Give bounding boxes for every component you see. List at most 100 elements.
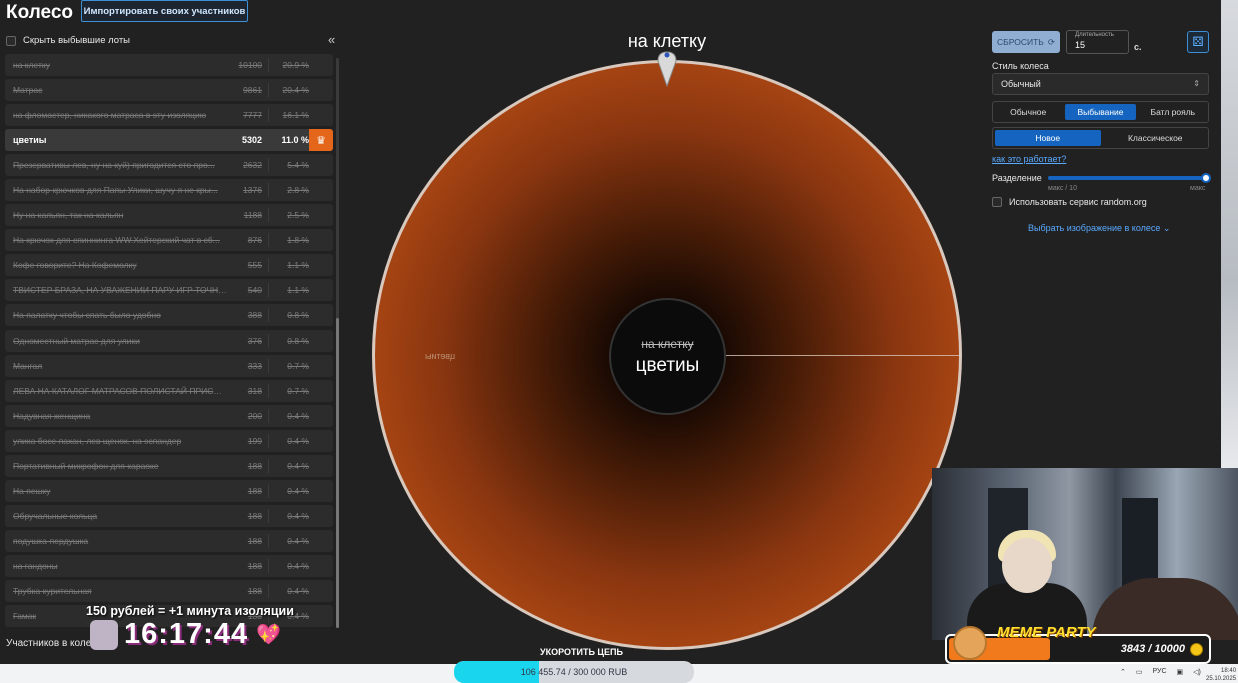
list-item[interactable]: Обручальные кольца 188 0.4 % — [5, 504, 333, 527]
randomorg-toggle[interactable]: Использовать сервис random.org — [992, 197, 1147, 207]
list-item[interactable]: цветиы 5302 11.0 % ♛ — [5, 129, 333, 152]
system-tray: ⌃ ▭ РУС ▣ ◁) — [1120, 668, 1201, 676]
list-item[interactable]: Ну на кальян, так на кальян 1188 2.5 % — [5, 204, 333, 227]
lot-percent: 16.1 % — [282, 110, 309, 121]
split-max-label: макс — [1190, 185, 1206, 192]
wheel-sector-label: цветиы — [425, 351, 456, 361]
lot-name: Кофе говорите? На Кофемолку — [13, 260, 137, 271]
hide-eliminated-toggle[interactable]: Скрыть выбывшие лоты — [6, 35, 130, 46]
goal-progress-text: 106 455.74 / 300 000 RUB — [520, 667, 628, 677]
dice-icon[interactable]: ⚄ — [1187, 31, 1209, 53]
list-item[interactable]: Мангал 333 0.7 % — [5, 354, 333, 377]
reset-button[interactable]: СБРОСИТЬ ⟳ — [992, 31, 1060, 53]
lot-name: улика босс-пахан, лев щенок. на эспандер — [13, 435, 182, 446]
lot-percent: 0.8 % — [287, 335, 309, 346]
lot-amount: 7777 — [243, 110, 262, 121]
list-item[interactable]: ЛЕВА НА КАТАЛОГ МАТРАСОВ ПОЛИСТАЙ ПРИСМ.… — [5, 379, 333, 402]
list-item[interactable]: На палатку чтобы спать было удобно 388 0.8… — [5, 304, 333, 327]
wheel-center[interactable]: на клетку цветиы — [609, 298, 726, 415]
mode-elimination[interactable]: Выбывание — [1065, 104, 1136, 120]
list-item[interactable]: На пешку 188 0.4 % — [5, 479, 333, 502]
taskbar-clock[interactable]: 18:40 25.10.2025 — [1206, 667, 1236, 683]
lot-percent: 20.9 % — [282, 60, 309, 70]
background-window-edge — [1221, 0, 1238, 468]
lot-amount: 388 — [247, 310, 262, 321]
collapse-sidebar-icon[interactable]: « — [328, 32, 335, 47]
lot-percent: 1.1 % — [287, 285, 309, 296]
list-item[interactable]: Одноместный матрас для улики 376 0.8 % — [5, 329, 333, 352]
lot-name: Матрас — [13, 85, 43, 96]
list-item[interactable]: Кофе говорите? На Кофемолку 555 1.1 % — [5, 254, 333, 277]
wheel-style-label: Стиль колеса — [992, 61, 1049, 71]
wheel-style-select[interactable]: Обычный ⇕ — [992, 73, 1209, 95]
list-item[interactable]: Надувная женщина 200 0.4 % — [5, 404, 333, 427]
lot-amount: 188 — [247, 535, 262, 546]
page-title: Колесо — [6, 2, 74, 23]
tray-volume-icon[interactable]: ◁) — [1193, 668, 1201, 676]
list-item[interactable]: улика босс-пахан, лев щенок. на эспандер… — [5, 429, 333, 452]
list-item[interactable]: на гандоны 188 0.4 % — [5, 554, 333, 577]
list-item[interactable]: Матрас 9861 20.4 % — [5, 79, 333, 102]
tray-copy-icon[interactable]: ▭ — [1136, 668, 1143, 676]
crown-icon[interactable]: ♛ — [309, 129, 333, 152]
lot-percent: 2.5 % — [287, 210, 309, 221]
randomorg-checkbox[interactable] — [992, 197, 1002, 207]
lot-amount: 200 — [247, 410, 262, 421]
hide-eliminated-label: Скрыть выбывшие лоты — [23, 35, 131, 46]
webcam-person-back — [1092, 578, 1238, 640]
lot-name: На крючок для спиннинга WW.Хейтерский ча… — [13, 235, 220, 246]
lot-percent: 0.4 % — [287, 460, 309, 471]
mode-battle-royale[interactable]: Батл рояль — [1138, 102, 1208, 122]
lot-amount: 188 — [247, 585, 262, 596]
list-item[interactable]: Портативный микрофон для караоке 188 0.4 % — [5, 454, 333, 477]
lot-name: цветиы — [13, 135, 47, 146]
lot-name: На набор крючков для Папы Улики, шучу я … — [13, 185, 218, 196]
import-participants-button[interactable]: Импортировать своих участников — [81, 0, 248, 22]
pick-image-label: Выбрать изображение в колесе — [1028, 223, 1161, 233]
duration-value[interactable]: 15 — [1075, 40, 1085, 50]
list-item[interactable]: ТВИСТЕР БРАЗА, НА УВАЖЕНИИ ПАРУ ИГР ТОЧН… — [5, 279, 333, 302]
list-item[interactable]: на клетку 10100 20.9 % — [5, 54, 333, 76]
lot-percent: 0.7 % — [287, 385, 309, 396]
lot-percent: 0.4 % — [287, 560, 309, 571]
heart-icon: 💖 — [256, 624, 281, 646]
list-item[interactable]: на фломастер, никакого матраса в эту изо… — [5, 104, 333, 127]
lots-list: на клетку 10100 20.9 % Матрас 9861 20.4 % на ф… — [5, 54, 333, 630]
lot-amount: 376 — [247, 335, 262, 346]
split-slider-handle[interactable] — [1201, 173, 1211, 183]
hide-eliminated-checkbox[interactable] — [6, 35, 16, 46]
wheel-app: Колесо Импортировать своих участников Ск… — [0, 0, 1238, 683]
lot-amount: 199 — [247, 435, 262, 446]
mode-switch: Обычное Выбывание Батл рояль — [992, 101, 1209, 123]
split-slider[interactable] — [1048, 176, 1206, 180]
tray-network-icon[interactable]: ▣ — [1177, 668, 1184, 676]
how-it-works-link[interactable]: как это работает? — [992, 154, 1066, 164]
variant-new[interactable]: Новое — [995, 130, 1101, 146]
lot-percent: 5.4 % — [287, 160, 309, 171]
list-item[interactable]: Презервативы лев, ну на куй) пригодится … — [5, 154, 333, 177]
taskbar-time: 18:40 — [1221, 668, 1237, 674]
lot-name: на гандоны — [13, 560, 58, 571]
meme-party-count: 3843 / 10000 — [1120, 643, 1185, 655]
list-scrollbar-thumb[interactable] — [336, 318, 339, 628]
lot-amount: 9861 — [243, 85, 262, 96]
list-item[interactable]: На набор крючков для Папы Улики, шучу я … — [5, 179, 333, 202]
meme-party-title: MEME PARTY — [997, 624, 1096, 641]
promo-text: 150 рублей = +1 минута изоляции — [86, 604, 294, 618]
mode-normal[interactable]: Обычное — [993, 102, 1063, 122]
lot-amount: 2632 — [243, 160, 262, 171]
lot-amount: 555 — [247, 260, 262, 271]
list-item[interactable]: На крючок для спиннинга WW.Хейтерский ча… — [5, 229, 333, 252]
duration-field[interactable]: Длительность 15 — [1066, 30, 1129, 54]
tray-lang[interactable]: РУС — [1153, 668, 1167, 676]
randomorg-label: Использовать сервис random.org — [1009, 197, 1147, 207]
list-item[interactable]: подушка-пердушка 188 0.4 % — [5, 529, 333, 552]
pick-image-button[interactable]: Выбрать изображение в колесе ⌄ — [1028, 223, 1170, 234]
wheel-top-label: на клетку — [627, 31, 707, 51]
list-item[interactable]: Трубка курительная 188 0.4 % — [5, 579, 333, 602]
wheel-center-winner: цветиы — [635, 354, 700, 376]
tray-arrow-icon[interactable]: ⌃ — [1120, 668, 1126, 676]
split-label: Разделение — [992, 173, 1042, 183]
variant-classic[interactable]: Классическое — [1103, 128, 1209, 148]
lot-percent: 0.7 % — [287, 360, 309, 371]
